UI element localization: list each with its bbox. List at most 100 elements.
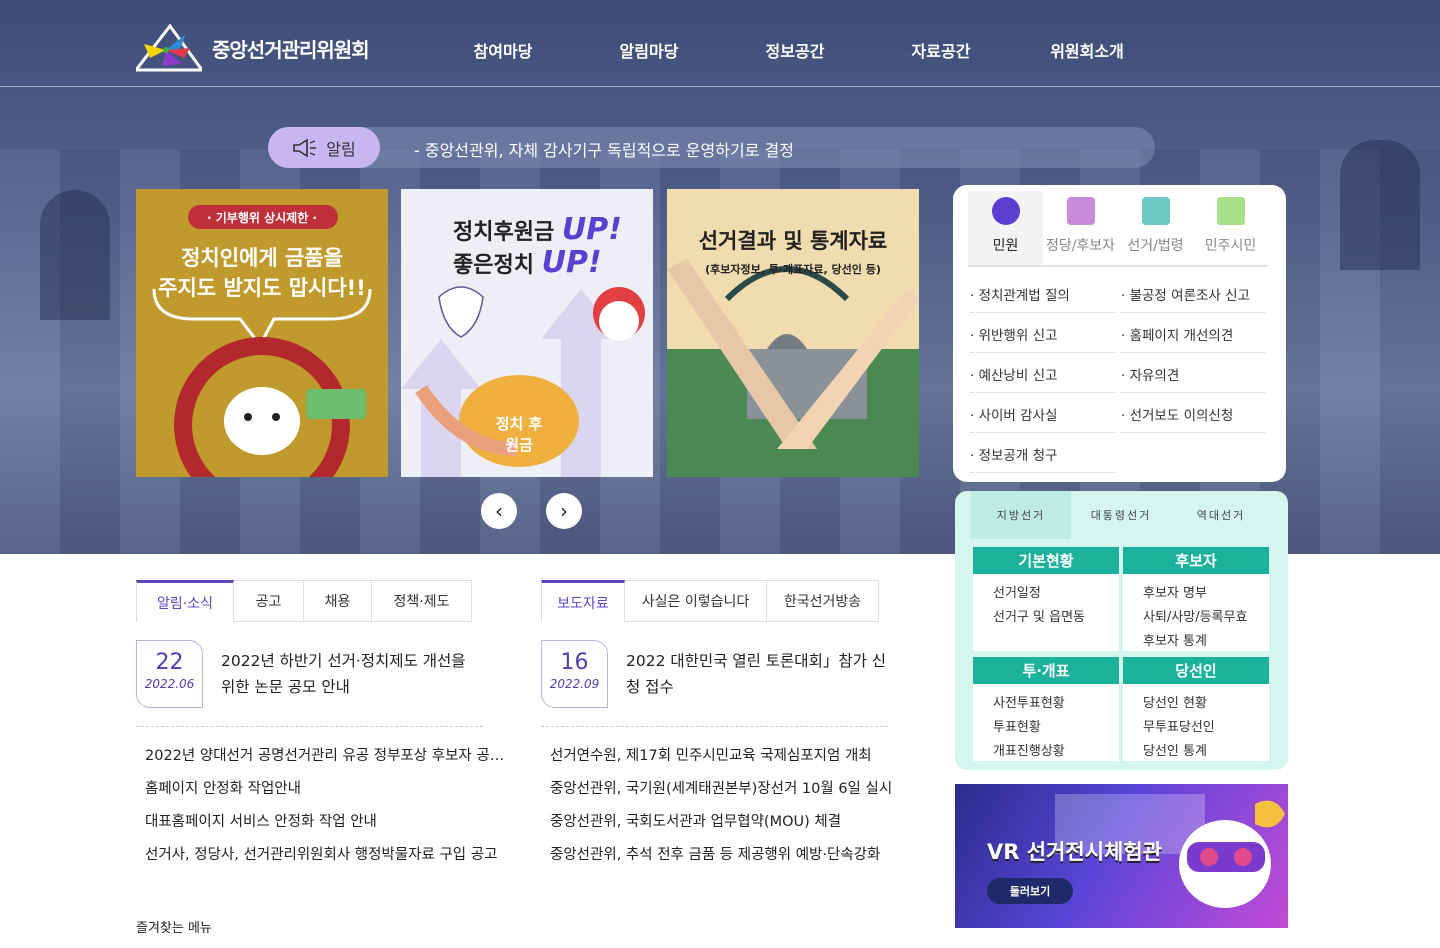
election-link[interactable]: 당선인 현황 bbox=[1123, 684, 1269, 711]
news-item[interactable]: 중앙선관위, 국회도서관과 업무협약(MOU) 체결 bbox=[550, 806, 895, 839]
divider bbox=[136, 726, 483, 727]
civil-link[interactable]: · 선거보도 이의신청 bbox=[1121, 393, 1266, 433]
election-box-title: 후보자 bbox=[1123, 547, 1269, 574]
election-link[interactable]: 후보자 통계 bbox=[1123, 622, 1269, 649]
election-link[interactable]: 사전투표현황 bbox=[973, 684, 1119, 711]
news-list-left: 2022년 양대선거 공명선거관리 유공 정부포상 후보자 공개검증 홈페이지 … bbox=[145, 740, 505, 872]
news-item[interactable]: 대표홈페이지 서비스 안정화 작업 안내 bbox=[145, 806, 505, 839]
nav-about[interactable]: 위원회소개 bbox=[1014, 38, 1160, 62]
featured-date-left: 22 2022.06 bbox=[136, 640, 203, 708]
slider-next-button[interactable]: › bbox=[546, 493, 582, 529]
election-link[interactable]: 후보자 명부 bbox=[1123, 574, 1269, 601]
vr-tour-button[interactable]: 둘러보기 bbox=[987, 878, 1073, 904]
news-item[interactable]: 중앙선관위, 추석 전후 금품 등 제공행위 예방·단속강화 bbox=[550, 839, 895, 872]
news-item[interactable]: 중앙선관위, 국기원(세계태권본부)장선거 10월 6일 실시 bbox=[550, 773, 895, 806]
tab-party-candidate[interactable]: 정당/후보자 bbox=[1043, 191, 1118, 265]
tab-label: 선거/법령 bbox=[1127, 238, 1184, 254]
election-link[interactable]: 무투표당선인 bbox=[1123, 708, 1269, 735]
banner-bribery-tag: · 기부행위 상시제한 · bbox=[207, 211, 317, 225]
logo-text: 중앙선거관리위원회 bbox=[212, 37, 370, 62]
banner-results-subtitle: (후보자정보, 투·개표자료, 당선인 등) bbox=[705, 263, 881, 276]
news-item[interactable]: 선거연수원, 제17회 민주시민교육 국제심포지엄 개최 bbox=[550, 740, 895, 773]
vr-banner-title: VR 선거전시체험관 bbox=[987, 840, 1162, 864]
civil-link[interactable]: · 예산낭비 신고 bbox=[970, 353, 1115, 393]
notice-badge-label: 알림 bbox=[326, 139, 356, 159]
nav-information[interactable]: 정보공간 bbox=[722, 38, 868, 62]
election-box-basic: 기본현황 선거일정 선거구 및 읍면동 bbox=[973, 547, 1119, 651]
chevron-left-icon: ‹ bbox=[495, 499, 503, 523]
nav-notice[interactable]: 알림마당 bbox=[576, 38, 722, 62]
banner-fund-line2: 좋은정치 bbox=[453, 253, 534, 278]
banner-results-title: 선거결과 및 통계자료 bbox=[698, 229, 888, 253]
featured-title-left[interactable]: 2022년 하반기 선거·정치제도 개선을 위한 논문 공모 안내 bbox=[221, 648, 483, 700]
featured-date-right: 16 2022.09 bbox=[541, 640, 608, 708]
main-navigation: 참여마당 알림마당 정보공간 자료공간 위원회소개 bbox=[430, 38, 1160, 62]
news-item[interactable]: 홈페이지 안정화 작업안내 bbox=[145, 773, 505, 806]
news-tabs-left: 알림·소식 공고 채용 정책·제도 bbox=[136, 580, 472, 622]
election-link[interactable]: 선거일정 bbox=[973, 574, 1119, 601]
tab-announcement[interactable]: 공고 bbox=[234, 580, 304, 622]
election-link[interactable]: 사퇴/사망/등록무효 bbox=[1123, 598, 1269, 625]
election-box-title: 당선인 bbox=[1123, 657, 1269, 684]
date-day: 16 bbox=[560, 650, 589, 675]
slider-prev-button[interactable]: ‹ bbox=[481, 493, 517, 529]
election-link[interactable]: 개표진행상황 bbox=[973, 732, 1119, 759]
civil-petition-panel: 민원 정당/후보자 선거/법령 민주시민 · 정치관계법 질의 · 불공정 여론… bbox=[953, 185, 1286, 482]
banner-fund-bag-label: 정치 후원금 bbox=[495, 415, 543, 454]
banner-political-fund[interactable]: 정치후원금 UP! 좋은정치 UP! 정치 후원금 bbox=[401, 189, 653, 477]
election-link[interactable]: 선거구 및 읍면동 bbox=[973, 598, 1119, 625]
banner-bribery[interactable]: · 기부행위 상시제한 · 정치인에게 금품을 주지도 받지도 맙시다!! bbox=[136, 189, 388, 477]
civil-link[interactable]: · 자유의견 bbox=[1121, 353, 1266, 393]
nav-resources[interactable]: 자료공간 bbox=[868, 38, 1014, 62]
news-list-right: 선거연수원, 제17회 민주시민교육 국제심포지엄 개최 중앙선관위, 국기원(… bbox=[550, 740, 895, 872]
news-item[interactable]: 2022년 양대선거 공명선거관리 유공 정부포상 후보자 공개검증 bbox=[145, 740, 505, 773]
civil-link[interactable]: · 정보공개 청구 bbox=[970, 433, 1115, 473]
civil-link[interactable]: · 위반행위 신고 bbox=[970, 313, 1115, 353]
banner-bribery-line1: 정치인에게 금품을 bbox=[181, 246, 343, 270]
site-logo[interactable]: 중앙선거관리위원회 bbox=[132, 23, 370, 72]
tab-past-elections[interactable]: 역대선거 bbox=[1171, 491, 1271, 539]
notice-bar: 알림 - 중앙선관위, 자체 감사기구 독립적으로 운영하기로 결정 bbox=[268, 127, 1155, 168]
civil-tabs: 민원 정당/후보자 선거/법령 민주시민 bbox=[968, 191, 1268, 267]
election-link[interactable]: 투표현황 bbox=[973, 708, 1119, 735]
news-item[interactable]: 선거사, 정당사, 선거관리위원회사 행정박물자료 구입 공고 bbox=[145, 839, 505, 872]
tab-democratic-citizen[interactable]: 민주시민 bbox=[1193, 191, 1268, 265]
election-box-title: 기본현황 bbox=[973, 547, 1119, 574]
election-box-winners: 당선인 당선인 현황 무투표당선인 당선인 통계 bbox=[1123, 657, 1269, 761]
tab-election-law[interactable]: 선거/법령 bbox=[1118, 191, 1193, 265]
date-month: 2022.06 bbox=[144, 677, 195, 691]
election-box-candidates: 후보자 후보자 명부 사퇴/사망/등록무효 후보자 통계 bbox=[1123, 547, 1269, 651]
civil-links: · 정치관계법 질의 · 불공정 여론조사 신고 · 위반행위 신고 · 홈페이… bbox=[970, 273, 1270, 473]
nav-participation[interactable]: 참여마당 bbox=[430, 38, 576, 62]
notice-headline[interactable]: - 중앙선관위, 자체 감사기구 독립적으로 운영하기로 결정 bbox=[414, 137, 794, 161]
building-window bbox=[1340, 140, 1420, 270]
civil-link[interactable]: · 불공정 여론조사 신고 bbox=[1121, 273, 1266, 313]
civil-link[interactable]: · 홈페이지 개선의견 bbox=[1121, 313, 1266, 353]
election-tabs: 지방선거 대통령선거 역대선거 bbox=[971, 491, 1271, 539]
civil-link[interactable]: · 사이버 감사실 bbox=[970, 393, 1115, 433]
date-month: 2022.09 bbox=[549, 677, 600, 691]
person-icon bbox=[1066, 197, 1095, 225]
tab-press-release[interactable]: 보도자료 bbox=[541, 580, 625, 622]
civil-link[interactable]: · 정치관계법 질의 bbox=[970, 273, 1115, 313]
vr-exhibition-banner[interactable]: VR 선거전시체험관 둘러보기 bbox=[955, 784, 1288, 928]
tab-policy[interactable]: 정책·제도 bbox=[372, 580, 472, 622]
chevron-right-icon: › bbox=[560, 499, 568, 523]
tab-election-broadcast[interactable]: 한국선거방송 bbox=[767, 580, 879, 622]
tab-fact-check[interactable]: 사실은 이렇습니다 bbox=[625, 580, 767, 622]
divider bbox=[541, 726, 888, 727]
tab-label: 정당/후보자 bbox=[1045, 238, 1116, 254]
chat-icon bbox=[991, 197, 1020, 225]
top-header: 중앙선거관리위원회 참여마당 알림마당 정보공간 자료공간 위원회소개 bbox=[0, 0, 1440, 87]
tab-presidential-election[interactable]: 대통령선거 bbox=[1071, 491, 1171, 539]
notice-badge: 알림 bbox=[268, 127, 380, 168]
featured-title-right[interactable]: 2022 대한민국 열린 토론대회」참가 신청 접수 bbox=[626, 648, 888, 700]
election-link[interactable]: 당선인 통계 bbox=[1123, 732, 1269, 759]
tab-local-election[interactable]: 지방선거 bbox=[971, 491, 1071, 539]
tab-civil-petition[interactable]: 민원 bbox=[968, 191, 1043, 265]
logo-emblem-icon bbox=[132, 23, 205, 72]
tab-recruitment[interactable]: 채용 bbox=[304, 580, 372, 622]
election-box-voting: 투·개표 사전투표현황 투표현황 개표진행상황 bbox=[973, 657, 1119, 761]
banner-election-results[interactable]: 선거결과 및 통계자료 (후보자정보, 투·개표자료, 당선인 등) bbox=[667, 189, 919, 477]
tab-news[interactable]: 알림·소식 bbox=[136, 580, 234, 622]
